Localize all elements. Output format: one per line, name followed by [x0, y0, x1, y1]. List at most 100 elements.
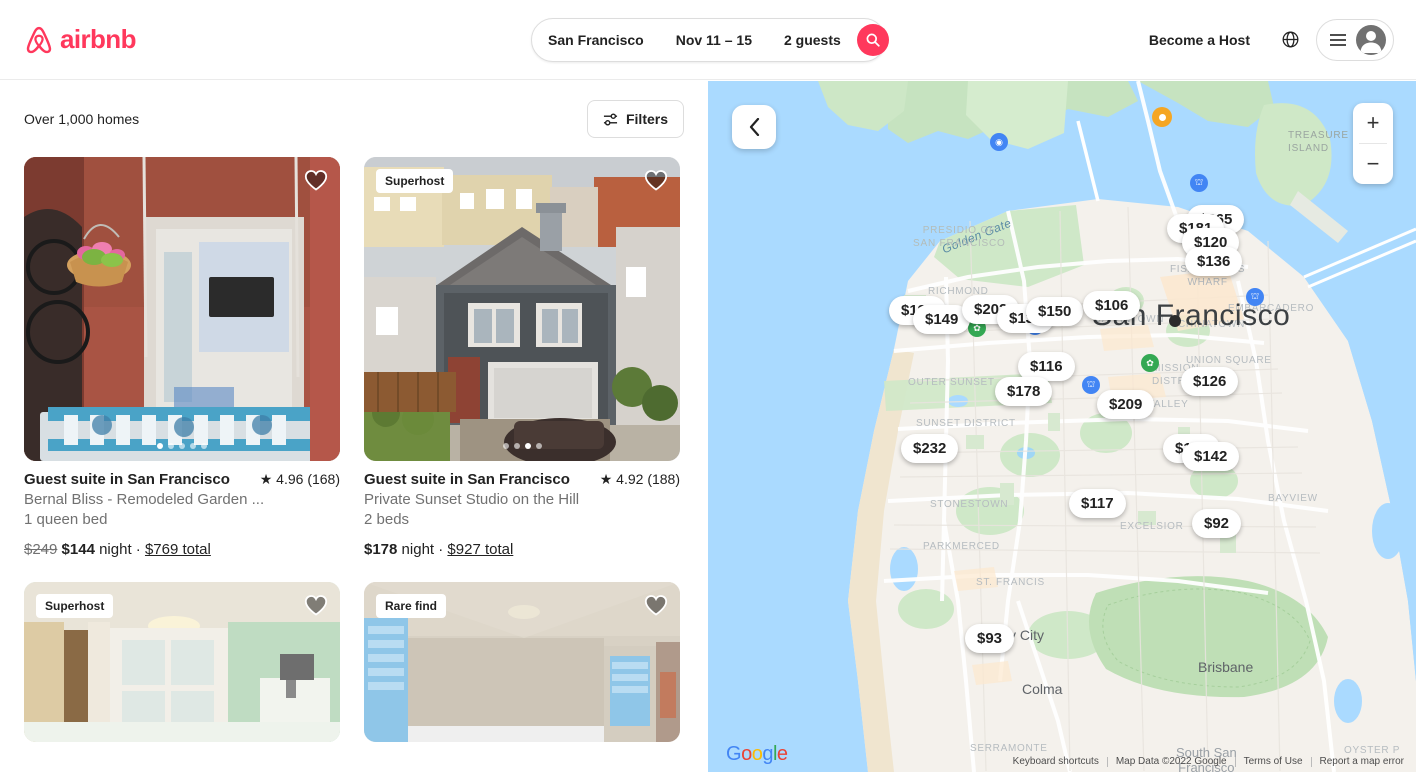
user-menu-button[interactable]	[1316, 18, 1394, 61]
filters-button[interactable]: Filters	[586, 100, 684, 138]
map-price-pin[interactable]: $93	[965, 624, 1015, 653]
listing-rating: ★ 4.96 (168)	[259, 471, 340, 487]
site-header: airbnb San Francisco Nov 11 – 15 2 guest…	[0, 0, 1416, 80]
carousel-dot[interactable]	[179, 443, 185, 449]
listing-info: Guest suite in San Francisco ★ 4.96 (168…	[24, 461, 340, 558]
carousel-dot[interactable]	[201, 443, 207, 449]
globe-icon	[1282, 31, 1298, 48]
listing-title: Guest suite in San Francisco	[364, 471, 570, 488]
listing-photo-1	[24, 157, 340, 461]
image-carousel-dots[interactable]	[24, 443, 340, 449]
museum-poi-icon[interactable]: ⛫	[1246, 288, 1264, 306]
carousel-dot[interactable]	[524, 443, 531, 449]
airbnb-logo-text: airbnb	[60, 24, 136, 54]
carousel-dot[interactable]	[157, 443, 163, 449]
map-price-pin[interactable]: $126	[1181, 367, 1239, 396]
listing-price: $144	[61, 541, 95, 558]
map-zoom-in-button[interactable]: +	[1353, 103, 1393, 143]
chevron-left-icon	[749, 118, 759, 136]
map-price-pin[interactable]: $178	[995, 377, 1053, 406]
favorite-button[interactable]	[644, 169, 668, 196]
search-icon	[866, 33, 880, 47]
map-price-pin[interactable]: $106	[1083, 291, 1141, 320]
search-location[interactable]: San Francisco	[532, 18, 660, 62]
carousel-dot[interactable]	[168, 443, 174, 449]
listing-total-price[interactable]: $769 total	[145, 541, 211, 558]
heart-icon	[304, 170, 328, 191]
filters-label: Filters	[625, 111, 668, 127]
map-price-pin[interactable]: $232	[901, 434, 959, 463]
listing-badge: Superhost	[376, 169, 454, 193]
report-map-error-link[interactable]: Report a map error	[1310, 757, 1412, 767]
language-button[interactable]	[1272, 22, 1308, 58]
listing-beds: 1 queen bed	[24, 511, 108, 528]
listing-price-row: $249 $144 night · $769 total	[24, 541, 340, 558]
map-back-button[interactable]	[732, 105, 776, 149]
favorite-button[interactable]	[304, 594, 328, 621]
heart-icon	[644, 595, 668, 616]
map-pane[interactable]: Golden Gate TREASURE ISLAND PRESIDIO OF …	[708, 81, 1416, 772]
search-dates[interactable]: Nov 11 – 15	[660, 18, 768, 62]
listing-info: Guest suite in San Francisco ★ 4.92 (188…	[364, 461, 680, 558]
map-data-attribution: Map Data ©2022 Google	[1106, 757, 1235, 767]
results-header: Over 1,000 homes Filters	[24, 81, 684, 157]
sliders-icon	[603, 112, 618, 126]
listing-image[interactable]: Superhost	[364, 157, 680, 461]
museum-poi-icon[interactable]: ⛫	[1082, 376, 1100, 394]
image-carousel-dots[interactable]	[364, 443, 680, 449]
avatar	[1356, 24, 1386, 55]
map-price-pin[interactable]: $117	[1069, 489, 1126, 518]
listing-subtitle: Private Sunset Studio on the Hill	[364, 491, 580, 508]
carousel-dot[interactable]	[535, 443, 542, 449]
museum-poi-icon[interactable]: ⛫	[1190, 174, 1208, 192]
listing-card[interactable]: Superhost	[24, 582, 340, 742]
listing-old-price: $249	[24, 541, 58, 558]
carousel-dot[interactable]	[190, 443, 196, 449]
alcatraz-poi-icon[interactable]	[1152, 107, 1172, 127]
listing-price-row: $178 night · $927 total	[364, 541, 680, 558]
camera-poi-icon[interactable]: ◉	[990, 133, 1008, 151]
heart-icon	[304, 595, 328, 616]
airbnb-logo[interactable]: airbnb	[24, 24, 136, 56]
map-zoom-controls: + −	[1353, 103, 1393, 184]
keyboard-shortcuts-link[interactable]: Keyboard shortcuts	[1005, 757, 1107, 767]
listings-grid: Guest suite in San Francisco ★ 4.96 (168…	[24, 157, 684, 742]
heart-icon	[644, 170, 668, 191]
listing-image[interactable]: Rare find	[364, 582, 680, 742]
listing-title: Guest suite in San Francisco	[24, 471, 230, 488]
listing-card[interactable]: Rare find	[364, 582, 680, 742]
search-bar[interactable]: San Francisco Nov 11 – 15 2 guests	[531, 18, 889, 62]
listing-subtitle: Bernal Bliss - Remodeled Garden ...	[24, 491, 265, 508]
listing-card[interactable]: Guest suite in San Francisco ★ 4.96 (168…	[24, 157, 340, 558]
listing-photo-2	[364, 157, 680, 461]
listing-badge: Superhost	[36, 594, 114, 618]
search-guests[interactable]: 2 guests	[768, 18, 857, 62]
become-a-host-button[interactable]: Become a Host	[1135, 22, 1264, 58]
listing-price-unit: night	[99, 541, 132, 558]
carousel-dot[interactable]	[513, 443, 520, 449]
favorite-button[interactable]	[304, 169, 328, 196]
listing-price-unit: night	[401, 541, 435, 558]
listing-total-price[interactable]: $927 total	[447, 541, 513, 558]
search-submit-button[interactable]	[856, 24, 889, 56]
favorite-button[interactable]	[644, 594, 668, 621]
map-price-pin[interactable]: $142	[1182, 442, 1240, 471]
listing-price: $178	[364, 541, 398, 558]
map-price-pin[interactable]: $136	[1185, 247, 1243, 276]
carousel-dot[interactable]	[502, 443, 509, 449]
map-price-pin[interactable]: $92	[1192, 509, 1242, 538]
listing-title-row: Guest suite in San Francisco ★ 4.92 (188…	[364, 471, 680, 488]
listing-card[interactable]: Superhost Guest suite in San Francisco ★…	[364, 157, 680, 558]
listing-image[interactable]	[24, 157, 340, 461]
map-zoom-out-button[interactable]: −	[1353, 144, 1393, 184]
header-right-actions: Become a Host	[1135, 18, 1394, 61]
listing-image[interactable]: Superhost	[24, 582, 340, 742]
hamburger-menu-icon	[1330, 33, 1346, 46]
map-price-pin[interactable]: $209	[1097, 390, 1155, 419]
map-price-pin[interactable]: $150	[1026, 297, 1084, 326]
listing-rating: ★ 4.92 (188)	[599, 471, 680, 487]
terms-of-use-link[interactable]: Terms of Use	[1234, 757, 1311, 767]
user-avatar-icon	[1360, 30, 1382, 53]
park-poi-icon[interactable]: ✿	[1141, 354, 1159, 372]
map-attribution-bar: Keyboard shortcuts Map Data ©2022 Google…	[708, 752, 1416, 772]
